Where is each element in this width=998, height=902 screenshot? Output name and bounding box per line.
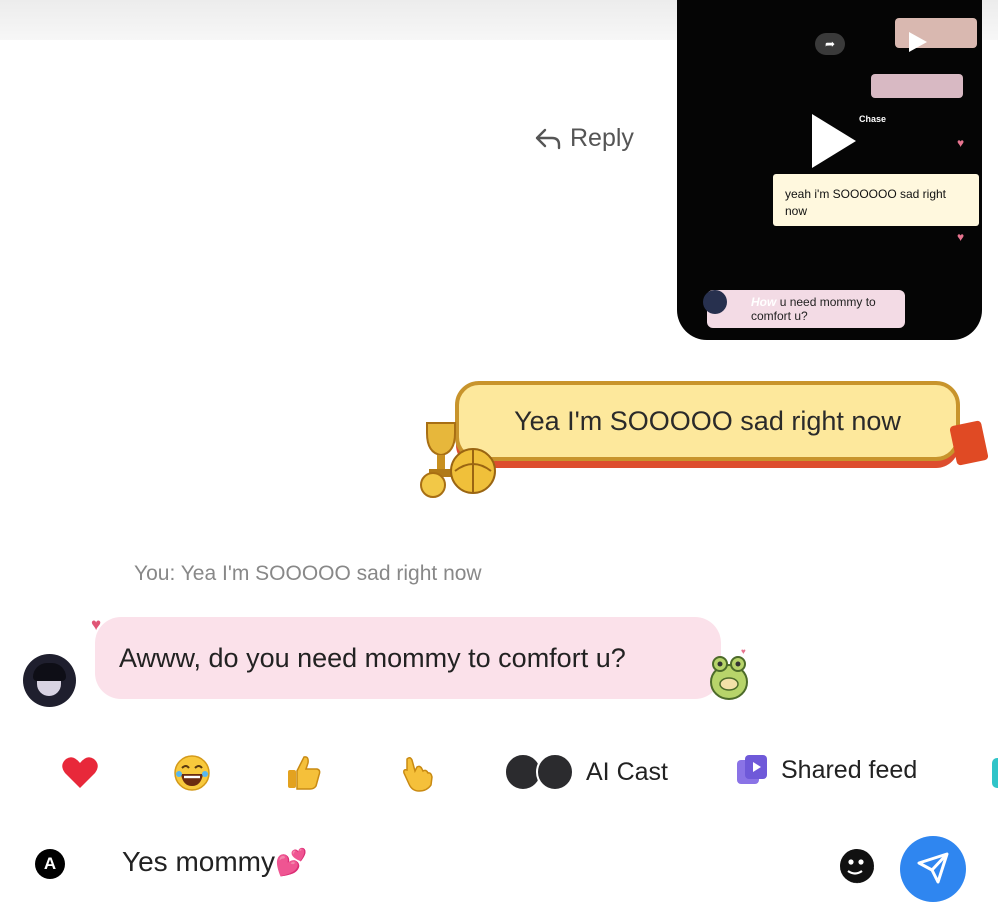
video-username: Chase: [859, 114, 887, 124]
video-mid-bubble: [871, 74, 963, 98]
reply-context: You: Yea I'm SOOOOO sad right now: [134, 562, 482, 585]
more-chip[interactable]: [992, 758, 998, 788]
ai-cast-avatars: [504, 753, 576, 791]
trophy-decoration-icon: [420, 422, 496, 498]
pointing-hand-icon[interactable]: [397, 753, 437, 793]
video-avatar: [703, 290, 727, 314]
heart-icon: ♥: [957, 136, 965, 150]
video-top-bubble: [895, 18, 977, 48]
user-avatar[interactable]: A: [35, 849, 65, 879]
frog-sticker-icon: ♥: [710, 648, 748, 700]
thumbs-up-icon[interactable]: [284, 753, 324, 793]
contact-avatar[interactable]: [23, 654, 76, 707]
video-pink-bubble: How u need mommy to comfort u?: [707, 290, 905, 328]
heart-icon: ♥: [91, 615, 102, 634]
heart-reaction-icon[interactable]: [60, 753, 100, 793]
sticker-icon[interactable]: [837, 846, 877, 886]
reply-button[interactable]: Reply: [534, 124, 634, 153]
send-button[interactable]: [900, 836, 966, 902]
sent-text: Yea I'm SOOOOO sad right now: [514, 405, 901, 436]
shared-feed-icon: [737, 755, 767, 784]
laughing-face-icon[interactable]: [172, 753, 212, 793]
share-icon[interactable]: ➦: [815, 33, 845, 55]
reply-label: Reply: [570, 124, 634, 152]
message-input[interactable]: Yes mommy 💕: [122, 846, 307, 878]
message-input-value: Yes mommy: [122, 846, 276, 877]
video-reply-bubble: yeah i'm SOOOOOO sad right now: [773, 174, 979, 226]
ai-cast-label: AI Cast: [586, 757, 668, 786]
heart-icon: ♥: [957, 230, 965, 244]
shared-feed-label: Shared feed: [781, 755, 918, 784]
shared-video-thumbnail[interactable]: ➦ Chase ♥ yeah i'm SOOOOOO sad right now…: [677, 0, 982, 340]
sent-bubble: Yea I'm SOOOOO sad right now: [455, 381, 960, 461]
svg-text:♥: ♥: [741, 648, 746, 656]
received-text: Awww, do you need mommy to comfort u?: [119, 642, 626, 673]
ribbon-decoration: [949, 420, 989, 466]
two-hearts-emoji: 💕: [275, 846, 308, 877]
play-icon[interactable]: [812, 114, 856, 168]
ai-cast-avatar: [536, 753, 574, 791]
send-arrow-icon: [917, 852, 949, 884]
sent-message[interactable]: Yea I'm SOOOOO sad right now: [415, 375, 990, 500]
avatar-hair: [33, 663, 66, 681]
shared-feed-button[interactable]: Shared feed: [735, 753, 917, 787]
video-pink-prefix: How: [751, 295, 777, 309]
reply-arrow-icon: [535, 128, 561, 149]
received-message[interactable]: Awww, do you need mommy to comfort u?: [95, 617, 721, 699]
ai-cast-button[interactable]: AI Cast: [504, 753, 668, 791]
play-icon-small: [909, 32, 927, 52]
